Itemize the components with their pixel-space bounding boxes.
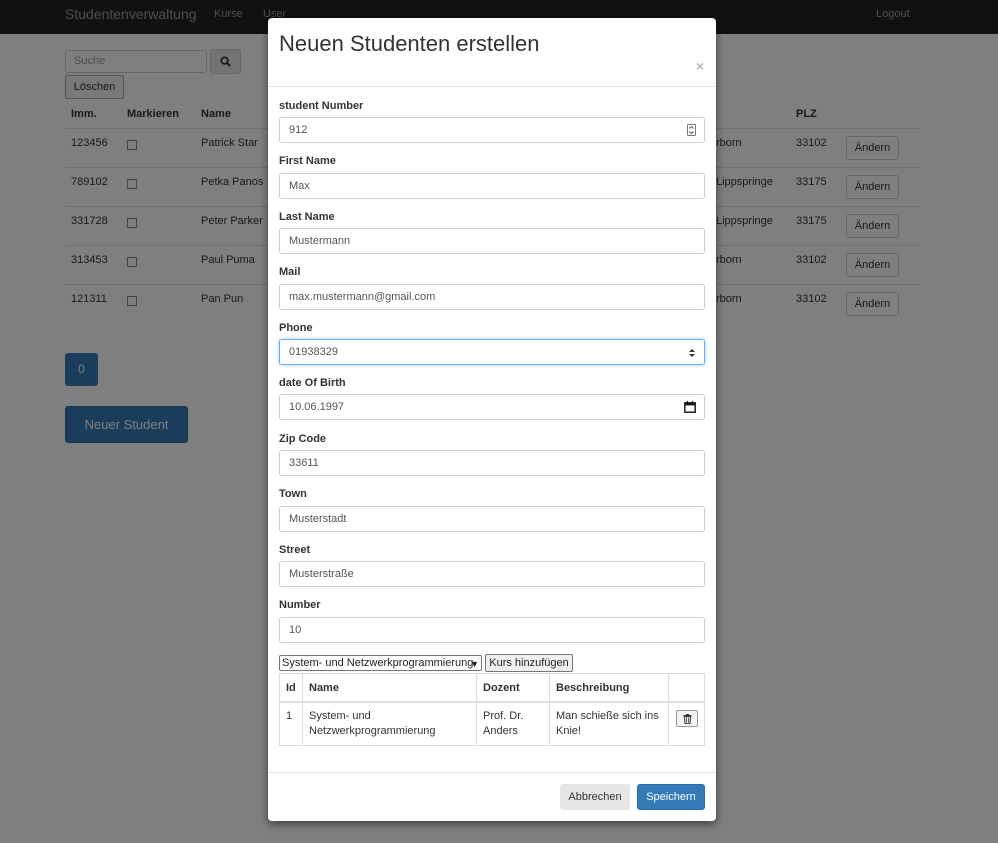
modal-header: Neuen Studenten erstellen × bbox=[268, 18, 716, 87]
house-number-input[interactable]: 10 bbox=[279, 617, 705, 643]
course-select-value: System- und Netzwerkprogrammierung bbox=[282, 657, 474, 669]
house-number-label: Number bbox=[279, 599, 321, 611]
save-button[interactable]: Speichern bbox=[637, 784, 705, 810]
number-spinner-icon[interactable] bbox=[687, 124, 696, 136]
cancel-button[interactable]: Abbrechen bbox=[560, 784, 630, 810]
course-cell-dozent: Prof. Dr. Anders bbox=[477, 703, 550, 745]
calendar-icon[interactable] bbox=[684, 401, 696, 413]
close-icon[interactable]: × bbox=[696, 58, 704, 74]
town-label: Town bbox=[279, 488, 307, 500]
course-header-actions bbox=[669, 674, 704, 703]
zip-code-input[interactable]: 33611 bbox=[279, 450, 705, 476]
course-cell-id: 1 bbox=[280, 703, 303, 745]
first-name-label: First Name bbox=[279, 155, 336, 167]
course-cell-name: System- und Netzwerkprogrammierung bbox=[303, 703, 477, 745]
course-header-dozent: Dozent bbox=[477, 674, 550, 703]
last-name-input[interactable]: Mustermann bbox=[279, 228, 705, 254]
add-course-button[interactable]: Kurs hinzufügen bbox=[485, 654, 573, 672]
date-of-birth-input[interactable]: 10.06.1997 bbox=[279, 394, 705, 420]
student-number-label: student Number bbox=[279, 100, 364, 112]
modal-title: Neuen Studenten erstellen bbox=[279, 31, 540, 56]
create-student-modal: Neuen Studenten erstellen × student Numb… bbox=[268, 18, 716, 821]
trash-icon bbox=[683, 713, 691, 724]
spinner-arrows-icon[interactable] bbox=[688, 348, 696, 358]
phone-value: 01938329 bbox=[289, 346, 338, 358]
phone-input[interactable]: 01938329 bbox=[279, 339, 705, 365]
date-of-birth-value: 10.06.1997 bbox=[289, 401, 345, 413]
course-header-name: Name bbox=[303, 674, 477, 703]
course-table: Id Name Dozent Beschreibung 1 System- un… bbox=[279, 673, 705, 746]
student-number-value: 912 bbox=[289, 124, 308, 136]
mail-input[interactable]: max.mustermann@gmail.com bbox=[279, 284, 705, 310]
phone-label: Phone bbox=[279, 322, 313, 334]
town-input[interactable]: Musterstadt bbox=[279, 506, 705, 532]
course-cell-actions bbox=[669, 703, 704, 745]
chevron-down-icon: ▼ bbox=[470, 659, 479, 669]
last-name-label: Last Name bbox=[279, 211, 335, 223]
first-name-input[interactable]: Max bbox=[279, 173, 705, 199]
modal-footer: Abbrechen Speichern bbox=[268, 772, 716, 822]
course-select[interactable]: System- und Netzwerkprogrammierung ▼ bbox=[279, 655, 482, 671]
street-input[interactable]: Musterstraße bbox=[279, 561, 705, 587]
date-of-birth-label: date Of Birth bbox=[279, 377, 346, 389]
remove-course-button[interactable] bbox=[676, 710, 698, 727]
course-cell-beschreibung: Man schieße sich ins Knie! bbox=[550, 703, 669, 745]
student-number-input[interactable]: 912 bbox=[279, 117, 705, 143]
course-header-id: Id bbox=[280, 674, 303, 703]
mail-label: Mail bbox=[279, 266, 301, 278]
zip-code-label: Zip Code bbox=[279, 433, 327, 445]
street-label: Street bbox=[279, 544, 311, 556]
course-header-beschreibung: Beschreibung bbox=[550, 674, 669, 703]
